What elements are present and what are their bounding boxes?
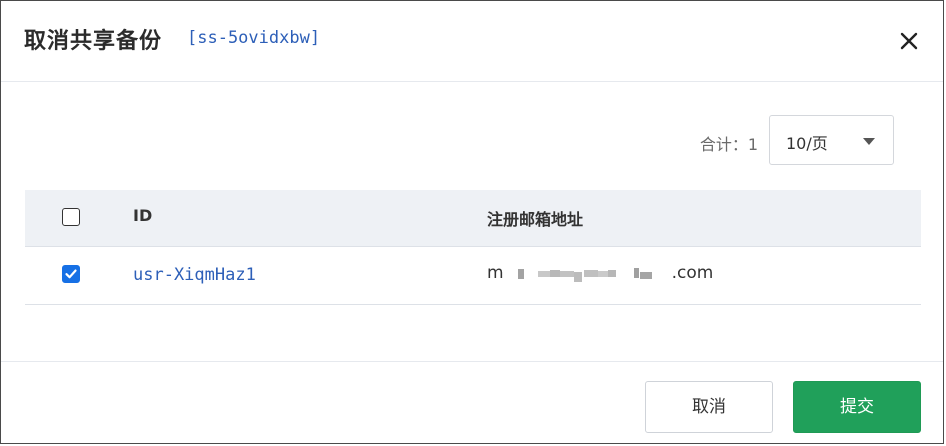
column-header-email: 注册邮箱地址 xyxy=(487,210,584,229)
column-header-id: ID xyxy=(133,206,153,225)
select-all-checkbox[interactable] xyxy=(62,208,80,226)
total-count: 合计：1 xyxy=(699,135,758,154)
table-header: ID 注册邮箱地址 xyxy=(25,190,921,247)
row-checkbox[interactable] xyxy=(62,265,80,283)
close-icon xyxy=(900,32,918,50)
email-prefix: m xyxy=(487,263,504,283)
dialog-title: 取消共享备份 xyxy=(24,29,163,54)
page-size-select[interactable]: 10/页 xyxy=(769,115,894,165)
cancel-button[interactable]: 取消 xyxy=(645,381,773,433)
user-email: m .com xyxy=(487,263,713,283)
redacted-email-mask xyxy=(517,268,652,282)
resource-id: [ss-5ovidxbw] xyxy=(187,28,321,48)
chevron-down-icon xyxy=(863,138,875,145)
close-button[interactable] xyxy=(897,29,921,53)
check-icon xyxy=(65,269,77,279)
dialog-header: 取消共享备份 [ss-5ovidxbw] xyxy=(1,1,943,82)
email-suffix: .com xyxy=(671,263,714,283)
cancel-share-backup-dialog: 取消共享备份 [ss-5ovidxbw] 合计：1 10/页 ID 注册邮箱地址 xyxy=(0,0,944,444)
user-table: ID 注册邮箱地址 usr-XiqmHaz1 m .com xyxy=(25,190,921,305)
user-id-link[interactable]: usr-XiqmHaz1 xyxy=(133,265,256,285)
footer-divider xyxy=(1,361,943,362)
table-row: usr-XiqmHaz1 m .com xyxy=(25,247,921,305)
submit-button[interactable]: 提交 xyxy=(793,381,921,433)
page-size-value: 10/页 xyxy=(786,134,828,153)
